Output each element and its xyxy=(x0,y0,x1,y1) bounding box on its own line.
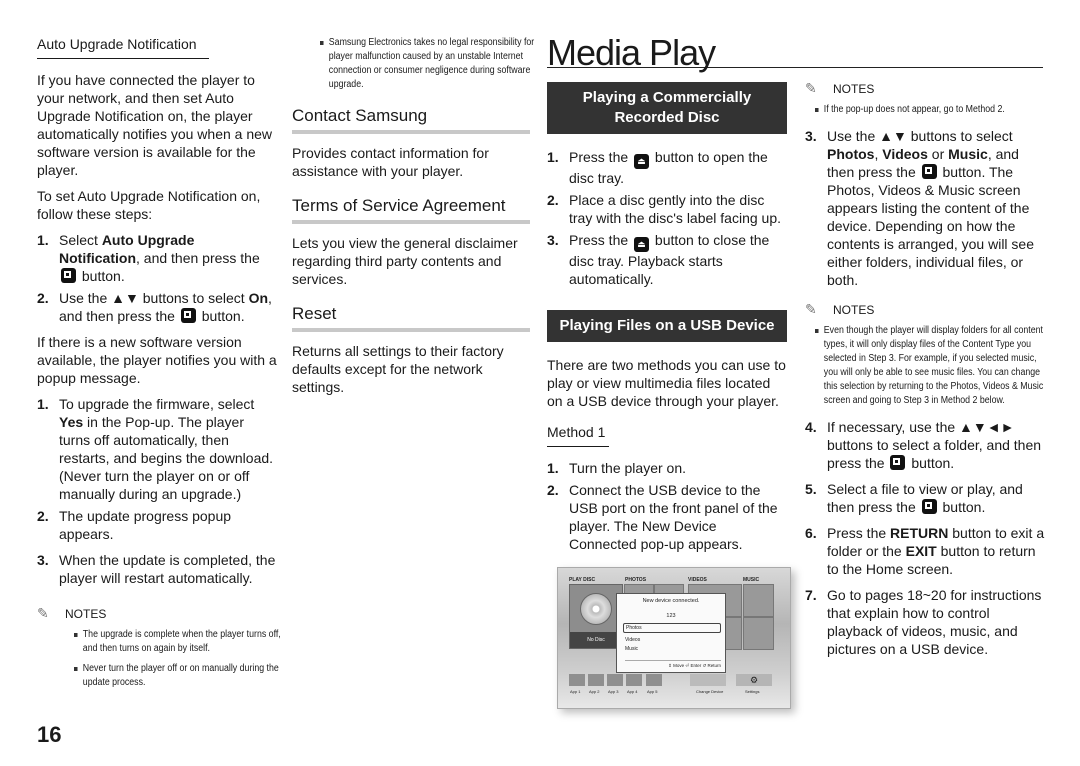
disc-steps: 1. Press the ⏏ button to open the disc t… xyxy=(547,148,787,288)
app-tile xyxy=(588,674,604,686)
auto-upgrade-instructions: To set Auto Upgrade Notification on, fol… xyxy=(37,188,261,222)
column-auto-upgrade: Auto Upgrade Notification If you have co… xyxy=(37,36,281,696)
settings-label: Settings xyxy=(745,689,760,694)
enter-button-icon xyxy=(921,499,937,514)
notes-block: ✎ NOTES If the pop-up does not appear, g… xyxy=(805,80,1045,117)
disc-icon xyxy=(580,593,612,625)
note-item: The upgrade is complete when the player … xyxy=(74,628,285,656)
music-tile xyxy=(743,584,774,617)
method-heading: Method 1 xyxy=(547,424,609,447)
method-steps: 1. Turn the player on. 2. Connect the US… xyxy=(547,459,787,553)
list-item: 1. Turn the player on. xyxy=(547,460,686,476)
eject-button-icon: ⏏ xyxy=(634,154,650,169)
list-item: 3. When the update is completed, the pla… xyxy=(37,552,276,586)
pencil-icon: ✎ xyxy=(37,605,49,621)
tv-home-screenshot: PLAY DISC PHOTOS VIDEOS MUSIC No Disc Ne… xyxy=(557,567,791,709)
change-device-tile xyxy=(690,674,726,686)
list-item: 2. Use the ▲▼ buttons to select On, and … xyxy=(37,290,272,324)
list-item: 1. Select Auto Upgrade Notification, and… xyxy=(37,232,260,284)
app-tile xyxy=(646,674,662,686)
list-item: 4. If necessary, use the ▲▼◄► buttons to… xyxy=(805,419,1042,471)
note-item: Even though the player will display fold… xyxy=(815,324,1053,408)
music-tile xyxy=(743,617,774,650)
usb-section-heading: Playing Files on a USB Device xyxy=(547,310,787,342)
terms-heading: Terms of Service Agreement xyxy=(292,196,530,224)
usb-steps-4-7: 4. If necessary, use the ▲▼◄► buttons to… xyxy=(805,418,1045,658)
videos-label: VIDEOS xyxy=(688,577,707,583)
app-tile xyxy=(569,674,585,686)
enter-button-icon xyxy=(61,268,76,283)
page-number: 16 xyxy=(37,722,62,747)
notes-label: NOTES xyxy=(833,302,875,317)
popup-title: New device connected. xyxy=(642,598,700,604)
usb-intro: There are two methods you can use to pla… xyxy=(547,357,786,409)
note-item: Never turn the player off or on manually… xyxy=(74,662,285,690)
terms-text: Lets you view the general disclaimer reg… xyxy=(292,235,518,287)
reset-text: Returns all settings to their factory de… xyxy=(292,343,504,395)
play-disc-label: PLAY DISC xyxy=(569,577,596,583)
column-usb-steps: ✎ NOTES If the pop-up does not appear, g… xyxy=(805,80,1045,666)
list-item: 7. Go to pages 18~20 for instructions th… xyxy=(805,587,1042,657)
no-disc-label: No Disc xyxy=(570,632,622,648)
enter-button-icon xyxy=(180,308,196,323)
popup-option-videos: Videos xyxy=(625,637,641,643)
note-item: If the pop-up does not appear, go to Met… xyxy=(815,103,1053,117)
list-item: 1. To upgrade the firmware, select Yes i… xyxy=(37,396,274,502)
auto-upgrade-intro: If you have connected the player to your… xyxy=(37,72,273,178)
auto-upgrade-heading: Auto Upgrade Notification xyxy=(37,36,209,59)
popup-option-music: Music xyxy=(625,646,639,652)
notes-block: ✎ NOTES Even though the player will disp… xyxy=(805,301,1045,408)
column-media-play: Media Play Playing a Commercially Record… xyxy=(547,32,791,709)
enter-button-icon xyxy=(890,455,906,470)
music-label: MUSIC xyxy=(743,577,760,583)
eject-button-icon: ⏏ xyxy=(634,237,650,252)
column-settings: Samsung Electronics takes no legal respo… xyxy=(292,36,534,404)
pencil-icon: ✎ xyxy=(805,80,817,96)
list-item: 3. Use the ▲▼ buttons to select Photos, … xyxy=(805,128,1034,288)
settings-gear-icon: ⚙ xyxy=(736,674,772,686)
popup-footer: ⇕ Move ⏎ Enter ↺ Return xyxy=(625,660,721,669)
list-item: 2. The update progress popup appears. xyxy=(37,508,232,542)
enter-button-icon xyxy=(921,164,937,179)
list-item: 5. Select a file to view or play, and th… xyxy=(805,481,1023,515)
list-item: 2. Place a disc gently into the disc tra… xyxy=(547,192,782,226)
list-item: 1. Press the ⏏ button to open the disc t… xyxy=(547,149,768,186)
usb-step-3: 3. Use the ▲▼ buttons to select Photos, … xyxy=(805,127,1045,289)
firmware-steps: 1. To upgrade the firmware, select Yes i… xyxy=(37,395,277,587)
contact-samsung-text: Provides contact information for assista… xyxy=(292,145,489,179)
legal-note: Samsung Electronics takes no legal respo… xyxy=(292,36,534,92)
popup-text: If there is a new software version avail… xyxy=(37,334,277,386)
note-item: Samsung Electronics takes no legal respo… xyxy=(320,36,538,92)
play-disc-tile: No Disc xyxy=(569,584,623,649)
contact-samsung-heading: Contact Samsung xyxy=(292,106,530,134)
disc-section-heading: Playing a Commercially Recorded Disc xyxy=(547,82,787,134)
pencil-icon: ✎ xyxy=(805,301,817,317)
list-item: 2. Connect the USB device to the USB por… xyxy=(547,482,778,552)
page-title: Media Play xyxy=(547,32,716,73)
popup-option-photos: Photos xyxy=(623,623,721,633)
new-device-popup: New device connected. 123 Photos Videos … xyxy=(616,593,726,673)
app-tile xyxy=(626,674,642,686)
list-item: 6. Press the RETURN button to exit a fol… xyxy=(805,525,1045,577)
auto-upgrade-steps: 1. Select Auto Upgrade Notification, and… xyxy=(37,231,277,325)
change-device-label: Change Device xyxy=(696,689,724,694)
list-item: 3. Press the ⏏ button to close the disc … xyxy=(547,232,770,287)
notes-label: NOTES xyxy=(833,81,875,96)
notes-label: NOTES xyxy=(65,606,107,621)
photos-label: PHOTOS xyxy=(625,577,647,583)
app-tile xyxy=(607,674,623,686)
popup-device-name: 123 xyxy=(666,613,676,619)
reset-heading: Reset xyxy=(292,304,530,332)
notes-block: ✎ NOTES The upgrade is complete when the… xyxy=(37,605,281,690)
